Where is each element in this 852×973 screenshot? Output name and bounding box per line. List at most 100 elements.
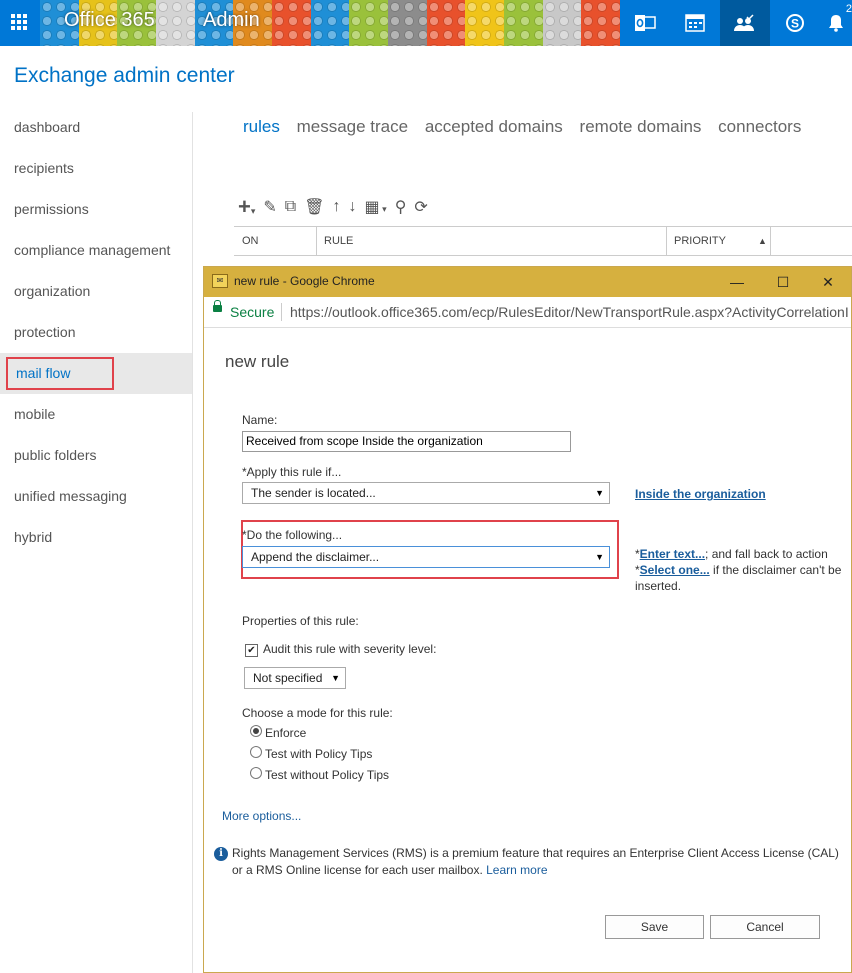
- new-rule-form: new rule Name: Received from scope Insid…: [204, 328, 851, 972]
- tab-rules[interactable]: rules: [243, 117, 280, 136]
- name-field[interactable]: Received from scope Inside the organizat…: [242, 431, 571, 452]
- app-icons: S 2: [620, 0, 852, 46]
- export-icon[interactable]: ▦ ▾: [365, 197, 387, 217]
- severity-select[interactable]: Not specified ▼: [244, 667, 346, 689]
- sidebar-item-label: permissions: [14, 201, 89, 217]
- sidebar-item-label: protection: [14, 324, 76, 340]
- sidebar-item-label: mobile: [14, 406, 56, 422]
- maximize-icon[interactable]: ☐: [760, 267, 806, 297]
- do-following-select[interactable]: Append the disclaimer... ▼: [242, 546, 610, 568]
- sidebar-item-permissions[interactable]: permissions: [0, 189, 192, 230]
- chevron-down-icon: ▼: [595, 552, 604, 562]
- move-down-icon[interactable]: ↓: [349, 198, 357, 216]
- chevron-down-icon: ▼: [595, 488, 604, 498]
- mode-test-without-tips-radio[interactable]: [250, 767, 262, 779]
- sidebar-item-recipients[interactable]: recipients: [0, 148, 192, 189]
- select-one-link[interactable]: Select one...: [640, 563, 710, 577]
- mail-favicon-icon: ✉: [212, 274, 228, 288]
- close-icon[interactable]: ✕: [805, 267, 851, 297]
- search-icon[interactable]: ⚲: [395, 197, 407, 217]
- office365-topbar: Office 365 Admin S 2: [0, 0, 852, 46]
- sidebar-item-label: mail flow: [6, 357, 115, 390]
- sidebar-item-label: hybrid: [14, 529, 53, 545]
- enter-text-link[interactable]: Enter text...: [640, 547, 705, 561]
- notifications-button[interactable]: 2: [820, 0, 852, 46]
- sidebar: dashboard recipients permissions complia…: [0, 107, 192, 558]
- cancel-button[interactable]: Cancel: [710, 915, 820, 939]
- brand-name[interactable]: Office 365: [64, 9, 155, 32]
- name-label: Name:: [242, 413, 278, 427]
- mode-test-with-tips-radio[interactable]: [250, 746, 262, 758]
- rms-info-text: Rights Management Services (RMS) is a pr…: [232, 845, 842, 879]
- audit-label: Audit this rule with severity level:: [263, 642, 437, 656]
- window-title: new rule - Google Chrome: [234, 274, 375, 288]
- tab-bar: rules message trace accepted domains rem…: [243, 117, 813, 137]
- rules-table-header: ON RULE PRIORITY ▲: [234, 226, 852, 256]
- mode-test-without-tips-label: Test without Policy Tips: [265, 768, 390, 782]
- sidebar-item-mail-flow[interactable]: mail flow: [0, 353, 192, 394]
- secure-label: Secure: [230, 304, 275, 320]
- move-up-icon[interactable]: ↑: [333, 198, 341, 216]
- refresh-icon[interactable]: ⟳: [414, 197, 427, 217]
- sidebar-item-unified-messaging[interactable]: unified messaging: [0, 476, 192, 517]
- app-launcher-button[interactable]: [0, 0, 40, 46]
- do-following-label: *Do the following...: [242, 528, 343, 542]
- save-button[interactable]: Save: [605, 915, 704, 939]
- edit-icon[interactable]: ✎: [263, 197, 276, 217]
- new-rule-window: ✉ new rule - Google Chrome — ☐ ✕ Secure …: [203, 266, 852, 973]
- sidebar-item-label: organization: [14, 283, 91, 299]
- sort-ascending-icon: ▲: [758, 236, 767, 246]
- sidebar-item-label: compliance management: [14, 242, 171, 258]
- column-priority[interactable]: PRIORITY: [666, 227, 771, 255]
- column-rule[interactable]: RULE: [316, 227, 667, 255]
- mode-label: Choose a mode for this rule:: [242, 706, 393, 720]
- dialog-heading: new rule: [225, 352, 290, 371]
- sidebar-item-dashboard[interactable]: dashboard: [0, 107, 192, 148]
- rules-toolbar: +▾ ✎ ⧉ 🗑 ↑ ↓ ▦ ▾ ⚲ ⟳: [238, 194, 436, 220]
- mode-enforce-label: Enforce: [265, 726, 307, 740]
- more-options-link[interactable]: More options...: [222, 809, 301, 823]
- tab-accepted-domains[interactable]: accepted domains: [425, 117, 563, 136]
- calendar-icon[interactable]: [670, 0, 720, 46]
- chevron-down-icon: ▼: [331, 673, 340, 683]
- people-icon[interactable]: [720, 0, 770, 46]
- apply-rule-value: The sender is located...: [251, 486, 376, 500]
- add-icon[interactable]: +▾: [238, 194, 255, 220]
- mode-enforce-radio[interactable]: [250, 725, 262, 737]
- inside-organization-link[interactable]: Inside the organization: [635, 487, 766, 501]
- svg-text:S: S: [791, 17, 799, 31]
- sidebar-item-organization[interactable]: organization: [0, 271, 192, 312]
- do-following-value: Append the disclaimer...: [251, 550, 380, 564]
- address-bar[interactable]: Secure https://outlook.office365.com/ecp…: [204, 297, 851, 328]
- skype-icon[interactable]: S: [770, 0, 820, 46]
- sidebar-item-protection[interactable]: protection: [0, 312, 192, 353]
- column-on[interactable]: ON: [234, 227, 317, 255]
- apply-rule-select[interactable]: The sender is located... ▼: [242, 482, 610, 504]
- tab-connectors[interactable]: connectors: [718, 117, 801, 136]
- learn-more-link[interactable]: Learn more: [486, 863, 547, 877]
- sidebar-item-compliance-management[interactable]: compliance management: [0, 230, 192, 271]
- window-titlebar[interactable]: ✉ new rule - Google Chrome — ☐ ✕: [204, 267, 851, 297]
- waffle-icon: [11, 14, 27, 30]
- outlook-icon[interactable]: [620, 0, 670, 46]
- minimize-icon[interactable]: —: [714, 267, 760, 297]
- sidebar-item-public-folders[interactable]: public folders: [0, 435, 192, 476]
- copy-icon[interactable]: ⧉: [285, 198, 296, 216]
- sidebar-divider: [192, 112, 193, 973]
- apply-rule-label: *Apply this rule if...: [242, 465, 342, 479]
- sidebar-item-label: recipients: [14, 160, 74, 176]
- sidebar-item-label: public folders: [14, 447, 97, 463]
- properties-label: Properties of this rule:: [242, 614, 359, 628]
- info-icon: i: [214, 847, 228, 861]
- sidebar-item-hybrid[interactable]: hybrid: [0, 517, 192, 558]
- sidebar-item-label: unified messaging: [14, 488, 127, 504]
- action-side-text: *Enter text...; and fall back to action …: [635, 547, 842, 593]
- severity-value: Not specified: [253, 671, 323, 685]
- url-text[interactable]: https://outlook.office365.com/ecp/RulesE…: [290, 304, 851, 320]
- delete-icon[interactable]: 🗑: [304, 197, 324, 217]
- sidebar-item-mobile[interactable]: mobile: [0, 394, 192, 435]
- audit-checkbox[interactable]: ✔: [245, 644, 258, 657]
- page-title: Exchange admin center: [14, 64, 235, 87]
- tab-remote-domains[interactable]: remote domains: [580, 117, 702, 136]
- tab-message-trace[interactable]: message trace: [297, 117, 409, 136]
